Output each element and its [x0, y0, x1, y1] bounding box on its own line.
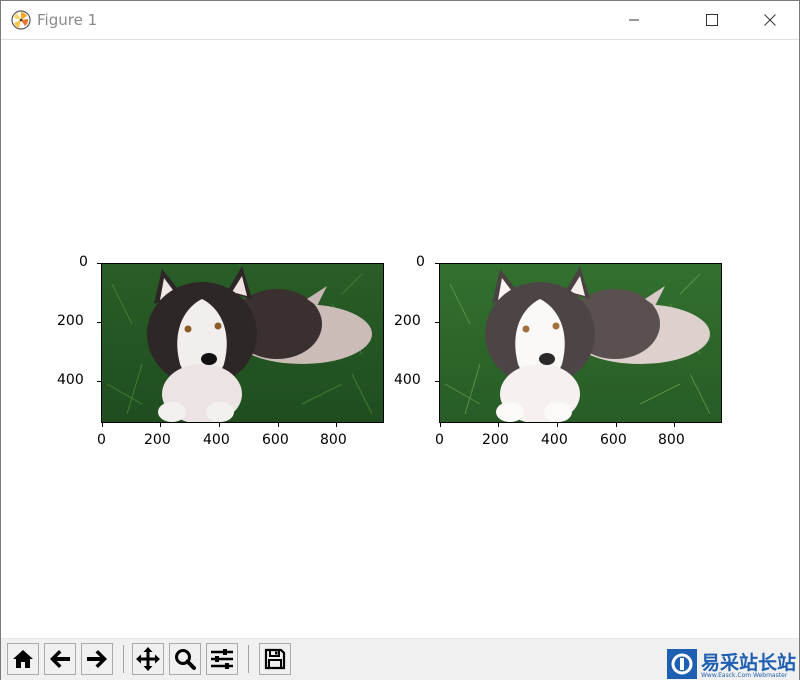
x-tick-mark — [278, 423, 279, 427]
watermark-text: 易采站长站 — [701, 652, 797, 674]
maximize-icon — [706, 14, 718, 26]
y-tick-label: 400 — [394, 372, 421, 388]
x-tick-mark — [498, 423, 499, 427]
y-tick-mark — [435, 322, 439, 323]
x-tick-mark — [674, 423, 675, 427]
y-tick-mark — [97, 263, 101, 264]
pan-button[interactable] — [132, 643, 164, 675]
magnifier-icon — [175, 649, 196, 670]
home-button[interactable] — [7, 643, 39, 675]
window-title: Figure 1 — [37, 11, 98, 29]
toolbar-separator — [248, 645, 249, 673]
x-tick-label: 600 — [262, 432, 289, 448]
x-tick-mark — [102, 423, 103, 427]
x-tick-mark — [557, 423, 558, 427]
sliders-icon — [211, 649, 233, 669]
y-tick-mark — [435, 263, 439, 264]
minimize-button[interactable] — [611, 1, 657, 39]
x-tick-label: 400 — [203, 432, 230, 448]
image-axes-2[interactable] — [439, 263, 722, 423]
configure-subplots-button[interactable] — [206, 643, 238, 675]
x-tick-label: 200 — [482, 432, 509, 448]
floppy-disk-icon — [264, 648, 286, 670]
zoom-button[interactable] — [169, 643, 201, 675]
husky-puppy-image-processed — [440, 264, 721, 422]
toolbar-separator — [123, 645, 124, 673]
x-tick-label: 0 — [97, 432, 106, 448]
matplotlib-logo-icon — [11, 10, 31, 30]
watermark: 易采站长站 Www.Easck.Com Webmaster — [667, 648, 799, 680]
x-tick-mark — [160, 423, 161, 427]
close-button[interactable] — [747, 1, 793, 39]
figure-window: Figure 1 0 200 400 0 200 400 600 800 0 2… — [0, 0, 800, 680]
title-bar: Figure 1 — [1, 1, 799, 40]
save-button[interactable] — [259, 643, 291, 675]
move-icon — [136, 647, 160, 671]
x-tick-mark — [219, 423, 220, 427]
back-button[interactable] — [44, 643, 76, 675]
arrow-left-icon — [50, 650, 70, 668]
close-icon — [764, 14, 776, 26]
husky-puppy-image — [102, 264, 383, 422]
x-tick-label: 400 — [541, 432, 568, 448]
arrow-right-icon — [87, 650, 107, 668]
x-tick-label: 800 — [658, 432, 685, 448]
y-tick-mark — [435, 381, 439, 382]
x-tick-mark — [440, 423, 441, 427]
maximize-button[interactable] — [689, 1, 735, 39]
x-tick-label: 0 — [435, 432, 444, 448]
y-tick-label: 0 — [79, 254, 88, 270]
y-tick-mark — [97, 322, 101, 323]
x-tick-label: 800 — [320, 432, 347, 448]
watermark-subtext: Www.Easck.Com Webmaster — [701, 672, 788, 679]
watermark-logo-icon — [667, 649, 697, 679]
figure-canvas[interactable]: 0 200 400 0 200 400 600 800 0 200 400 0 … — [1, 40, 799, 638]
y-tick-label: 0 — [416, 254, 425, 270]
forward-button[interactable] — [81, 643, 113, 675]
y-tick-label: 400 — [57, 372, 84, 388]
minimize-icon — [629, 19, 639, 21]
y-tick-label: 200 — [57, 313, 84, 329]
y-tick-mark — [97, 381, 101, 382]
x-tick-mark — [336, 423, 337, 427]
x-tick-label: 600 — [600, 432, 627, 448]
x-tick-label: 200 — [144, 432, 171, 448]
home-icon — [13, 650, 33, 668]
x-tick-mark — [616, 423, 617, 427]
image-axes-1[interactable] — [101, 263, 384, 423]
y-tick-label: 200 — [394, 313, 421, 329]
